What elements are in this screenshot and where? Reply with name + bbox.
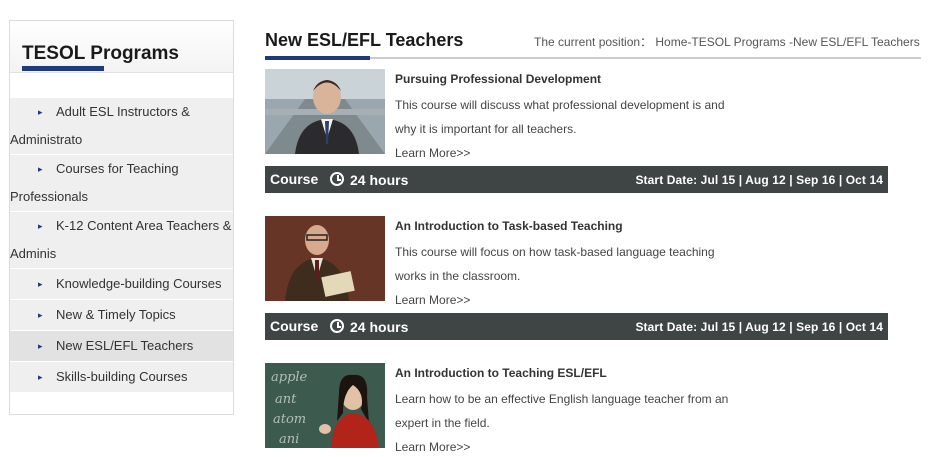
- course-thumbnail[interactable]: apple ant atom ani: [265, 363, 385, 448]
- chalk-word: ant: [275, 392, 297, 407]
- course-label: Course: [270, 318, 319, 334]
- sidebar-item-new-timely[interactable]: ▸ New & Timely Topics: [10, 300, 233, 331]
- course-description-line: This course will discuss what profession…: [395, 98, 725, 112]
- sidebar-list: ▸ Adult ESL Instructors & Administrato ▸ C…: [10, 98, 233, 393]
- course-start-dates: Start Date: Jul 15 | Aug 12 | Sep 16 | O…: [635, 173, 883, 187]
- sidebar-item-label[interactable]: Courses for Teaching: [56, 161, 179, 176]
- page-title: New ESL/EFL Teachers: [265, 30, 464, 50]
- breadcrumb: The current position： Home-TESOL Program…: [534, 35, 920, 49]
- bullet-icon: ▸: [38, 107, 43, 117]
- course-label: Course: [270, 171, 319, 187]
- course-description-line: Learn how to be an effective English lan…: [395, 392, 729, 406]
- title-accent-bar: [265, 56, 370, 60]
- course-description-line: expert in the field.: [395, 416, 490, 430]
- course-thumbnail[interactable]: [265, 69, 385, 154]
- bullet-icon: ▸: [38, 164, 43, 174]
- sidebar-item-label-cont[interactable]: Administrato: [10, 132, 82, 147]
- clock-icon: [330, 319, 344, 333]
- course-description: This course will focus on how task-based…: [395, 240, 745, 288]
- sidebar-item-label-cont[interactable]: Professionals: [10, 189, 88, 204]
- sidebar-item-label[interactable]: New & Timely Topics: [56, 307, 176, 322]
- sidebar-item-adult-esl[interactable]: ▸ Adult ESL Instructors & Administrato: [10, 98, 233, 155]
- bullet-icon: ▸: [38, 341, 43, 351]
- learn-more-link[interactable]: Learn More>>: [395, 440, 470, 454]
- learn-more-link[interactable]: Learn More>>: [395, 146, 470, 160]
- bullet-icon: ▸: [38, 279, 43, 289]
- sidebar-item-knowledge-building[interactable]: ▸ Knowledge-building Courses: [10, 269, 233, 300]
- bullet-icon: ▸: [38, 310, 43, 320]
- sidebar: TESOL Programs ▸ Adult ESL Instructors & …: [9, 20, 234, 415]
- learn-more-link[interactable]: Learn More>>: [395, 293, 470, 307]
- course-info-bar: Course 24 hours Start Date: Jul 15 | Aug…: [265, 313, 888, 340]
- sidebar-item-label[interactable]: K-12 Content Area Teachers &: [56, 218, 231, 233]
- sidebar-title-underline: [22, 66, 104, 71]
- course-description: This course will discuss what profession…: [395, 93, 745, 141]
- sidebar-item-teaching-professionals[interactable]: ▸ Courses for Teaching Professionals: [10, 155, 233, 212]
- sidebar-item-skills-building[interactable]: ▸ Skills-building Courses: [10, 362, 233, 393]
- sidebar-title: TESOL Programs: [22, 43, 179, 64]
- sidebar-item-label[interactable]: New ESL/EFL Teachers: [56, 338, 193, 353]
- sidebar-item-label[interactable]: Skills-building Courses: [56, 369, 188, 384]
- sidebar-header: TESOL Programs: [10, 21, 233, 73]
- course-start-dates: Start Date: Jul 15 | Aug 12 | Sep 16 | O…: [635, 320, 883, 334]
- course-title[interactable]: An Introduction to Task-based Teaching: [395, 219, 623, 233]
- bullet-icon: ▸: [38, 221, 43, 231]
- course-info-bar: Course 24 hours Start Date: Jul 15 | Aug…: [265, 166, 888, 193]
- chalk-word: ani: [279, 432, 299, 447]
- sidebar-item-k12[interactable]: ▸ K-12 Content Area Teachers & Adminis: [10, 212, 233, 269]
- clock-icon: [330, 172, 344, 186]
- course-description-line: This course will focus on how task-based…: [395, 245, 715, 259]
- sidebar-item-new-esl-efl[interactable]: ▸ New ESL/EFL Teachers: [10, 331, 233, 362]
- course-hours: 24 hours: [350, 172, 409, 188]
- bullet-icon: ▸: [38, 372, 43, 382]
- sidebar-item-label-cont[interactable]: Adminis: [10, 246, 56, 261]
- sidebar-item-label[interactable]: Knowledge-building Courses: [56, 276, 222, 291]
- chalk-word: atom: [273, 412, 306, 427]
- chalk-word: apple: [271, 370, 308, 385]
- sidebar-item-label[interactable]: Adult ESL Instructors &: [56, 104, 190, 119]
- course-thumbnail[interactable]: [265, 216, 385, 301]
- course-title[interactable]: Pursuing Professional Development: [395, 72, 601, 86]
- course-description: Learn how to be an effective English lan…: [395, 387, 745, 435]
- course-title[interactable]: An Introduction to Teaching ESL/EFL: [395, 366, 607, 380]
- course-description-line: why it is important for all teachers.: [395, 122, 577, 136]
- course-description-line: works in the classroom.: [395, 269, 521, 283]
- course-hours: 24 hours: [350, 319, 409, 335]
